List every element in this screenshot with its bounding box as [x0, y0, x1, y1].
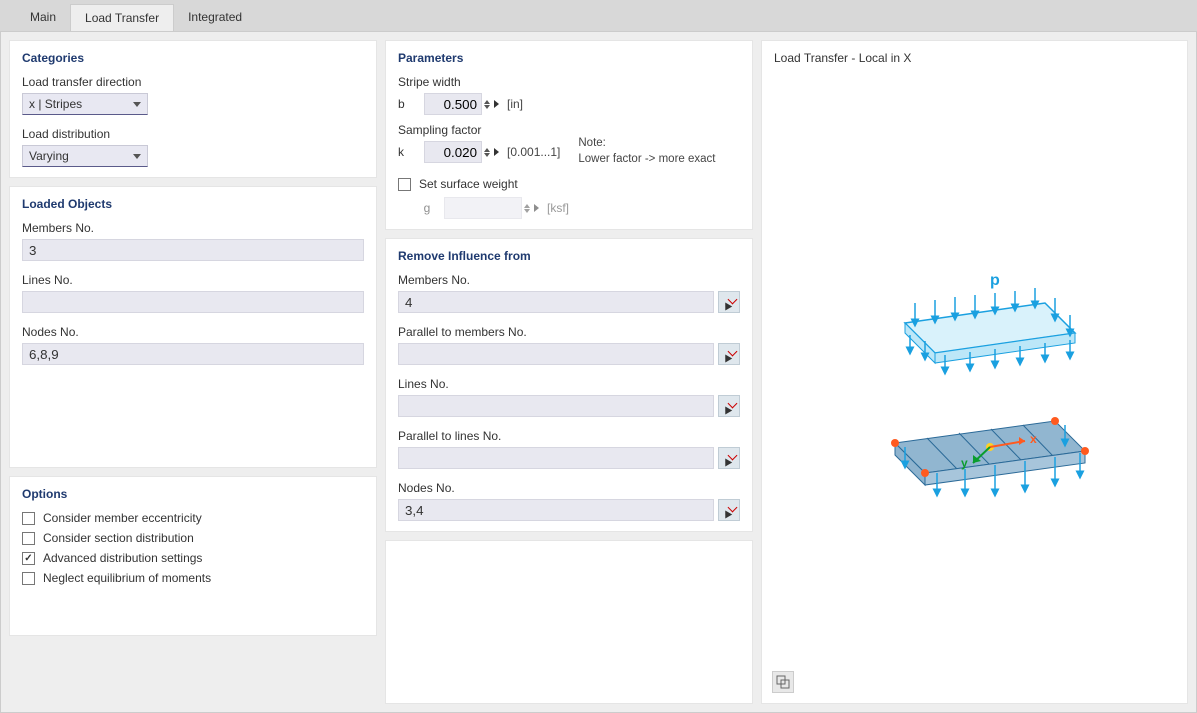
loaded-objects-panel: Loaded Objects Members No. Lines No. Nod… — [9, 186, 377, 468]
ri-parallel-lines-label: Parallel to lines No. — [398, 429, 740, 443]
k-stepper-down[interactable] — [484, 153, 490, 157]
b-stepper-down[interactable] — [484, 105, 490, 109]
b-symbol: b — [398, 97, 416, 111]
ri-parallel-lines-pick-button[interactable] — [718, 447, 740, 469]
blank-panel — [385, 540, 753, 704]
tab-load-transfer[interactable]: Load Transfer — [70, 4, 174, 31]
note-text: Lower factor -> more exact — [578, 151, 715, 167]
loaded-objects-title: Loaded Objects — [22, 197, 364, 211]
k-unit: [0.001...1] — [507, 145, 560, 159]
k-symbol: k — [398, 145, 416, 159]
direction-label: Load transfer direction — [22, 75, 364, 89]
chevron-down-icon — [133, 154, 141, 159]
ri-nodes-label: Nodes No. — [398, 481, 740, 495]
loaded-lines-input[interactable] — [22, 291, 364, 313]
b-unit: [in] — [507, 97, 523, 111]
categories-title: Categories — [22, 51, 364, 65]
g-input — [444, 197, 522, 219]
g-symbol: g — [418, 201, 436, 215]
load-transfer-diagram-icon: p — [845, 263, 1105, 503]
opt-advanced-dist-label: Advanced distribution settings — [43, 551, 202, 565]
ri-parallel-members-input[interactable] — [398, 343, 714, 365]
distribution-select[interactable]: Varying — [22, 145, 148, 167]
set-surface-weight-checkbox[interactable] — [398, 178, 411, 191]
stripe-width-label: Stripe width — [398, 75, 560, 89]
opt-neglect-eq-label: Neglect equilibrium of moments — [43, 571, 211, 585]
opt-eccentricity-label: Consider member eccentricity — [43, 511, 202, 525]
sampling-factor-label: Sampling factor — [398, 123, 560, 137]
loaded-nodes-label: Nodes No. — [22, 325, 364, 339]
remove-influence-title: Remove Influence from — [398, 249, 740, 263]
ri-nodes-input[interactable] — [398, 499, 714, 521]
svg-text:x: x — [1030, 432, 1037, 446]
opt-eccentricity-checkbox[interactable] — [22, 512, 35, 525]
opt-advanced-dist-checkbox[interactable] — [22, 552, 35, 565]
ri-lines-label: Lines No. — [398, 377, 740, 391]
tab-integrated[interactable]: Integrated — [174, 4, 256, 31]
b-arrow-button[interactable] — [494, 100, 499, 108]
k-input[interactable] — [424, 141, 482, 163]
ri-nodes-pick-button[interactable] — [718, 499, 740, 521]
g-arrow-button — [534, 204, 539, 212]
loaded-lines-label: Lines No. — [22, 273, 364, 287]
b-stepper-up[interactable] — [484, 100, 490, 104]
ri-parallel-members-label: Parallel to members No. — [398, 325, 740, 339]
direction-select[interactable]: x | Stripes — [22, 93, 148, 115]
preview-canvas: p — [774, 73, 1175, 693]
svg-text:y: y — [961, 456, 968, 470]
g-unit: [ksf] — [547, 201, 569, 215]
ri-parallel-lines-input[interactable] — [398, 447, 714, 469]
preview-p-label: p — [990, 272, 1000, 289]
opt-section-dist-checkbox[interactable] — [22, 532, 35, 545]
k-stepper-up[interactable] — [484, 148, 490, 152]
set-surface-weight-label: Set surface weight — [419, 177, 518, 191]
options-title: Options — [22, 487, 364, 501]
distribution-value: Varying — [29, 149, 69, 163]
opt-section-dist-label: Consider section distribution — [43, 531, 194, 545]
options-panel: Options Consider member eccentricity Con… — [9, 476, 377, 636]
preview-title: Load Transfer - Local in X — [774, 51, 1175, 65]
tab-main[interactable]: Main — [16, 4, 70, 31]
chevron-down-icon — [133, 102, 141, 107]
ri-lines-input[interactable] — [398, 395, 714, 417]
parameters-panel: Parameters Stripe width b — [385, 40, 753, 230]
ri-parallel-members-pick-button[interactable] — [718, 343, 740, 365]
opt-neglect-eq-checkbox[interactable] — [22, 572, 35, 585]
direction-value: x | Stripes — [29, 97, 82, 111]
preview-popout-button[interactable] — [772, 671, 794, 693]
distribution-label: Load distribution — [22, 127, 364, 141]
ri-members-input[interactable] — [398, 291, 714, 313]
loaded-members-label: Members No. — [22, 221, 364, 235]
g-stepper-up — [524, 204, 530, 208]
preview-panel: Load Transfer - Local in X p — [761, 40, 1188, 704]
b-input[interactable] — [424, 93, 482, 115]
k-arrow-button[interactable] — [494, 148, 499, 156]
categories-panel: Categories Load transfer direction x | S… — [9, 40, 377, 178]
loaded-members-input[interactable] — [22, 239, 364, 261]
note-label: Note: — [578, 135, 715, 151]
remove-influence-panel: Remove Influence from Members No. Parall… — [385, 238, 753, 532]
ri-members-label: Members No. — [398, 273, 740, 287]
loaded-nodes-input[interactable] — [22, 343, 364, 365]
ri-members-pick-button[interactable] — [718, 291, 740, 313]
parameters-title: Parameters — [398, 51, 740, 65]
g-stepper-down — [524, 209, 530, 213]
ri-lines-pick-button[interactable] — [718, 395, 740, 417]
